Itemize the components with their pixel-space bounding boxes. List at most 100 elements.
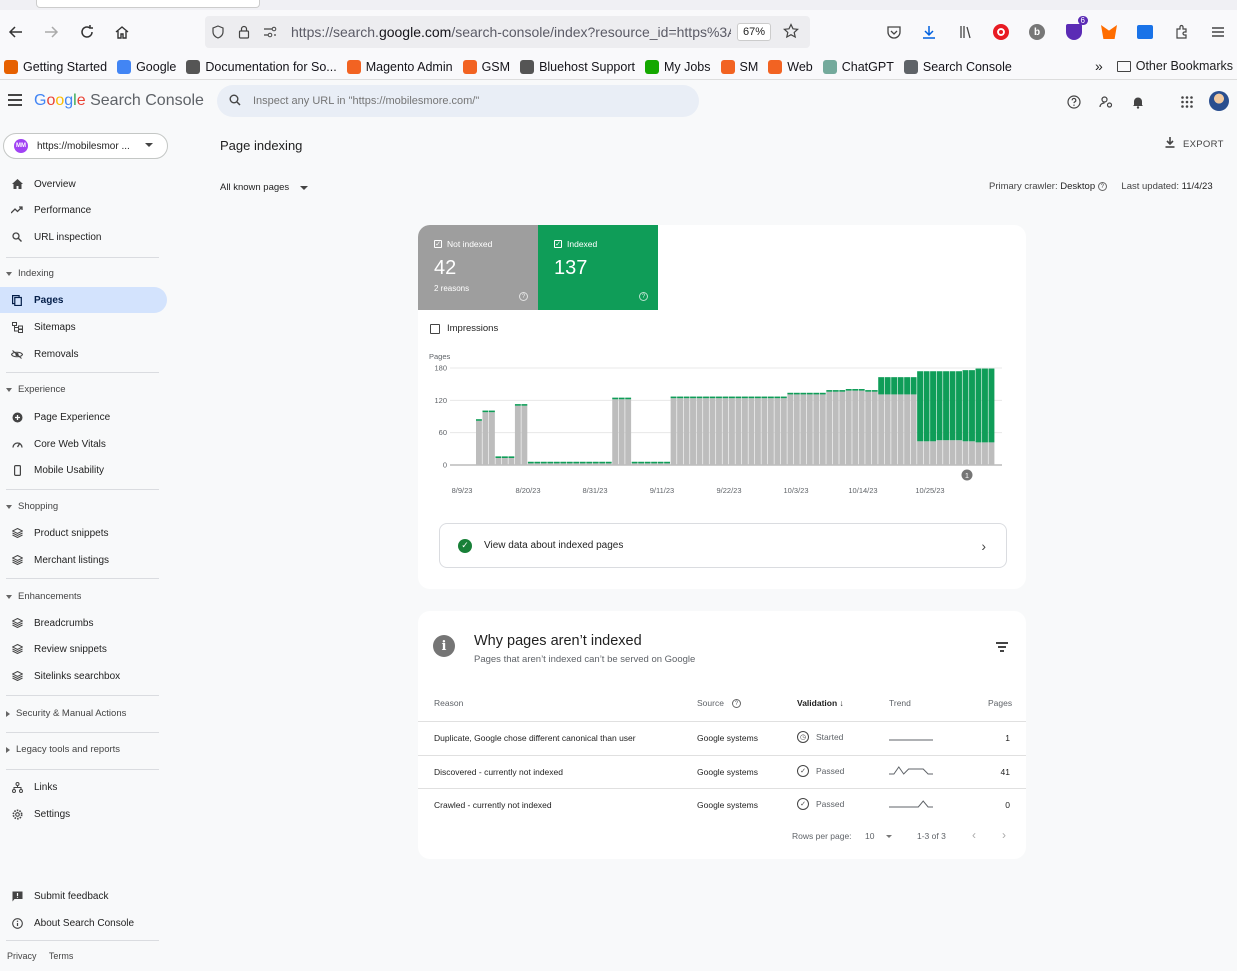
bar-indexed [683,396,690,399]
bookmark-item[interactable]: Search Console [903,59,1012,74]
indexing-chart[interactable]: Pages 0 60 120 180 8/9/23 8/20/23 8/31/23 9/11… [418,345,1026,505]
sidebar-item-about[interactable]: About Search Console [0,910,167,936]
sidebar-item-page-experience[interactable]: Page Experience [0,404,167,430]
section-enhancements[interactable]: Enhancements [6,591,81,602]
rows-per-page-select[interactable]: 10 [865,831,893,841]
permissions-icon[interactable] [257,22,283,42]
next-page-icon[interactable]: › [1002,828,1006,842]
column-header-source[interactable]: Source? [697,698,741,708]
bookmark-item[interactable]: GSM [462,59,510,74]
sidebar-item-removals[interactable]: Removals [0,341,167,367]
shield-icon[interactable] [205,22,231,42]
bookmark-item[interactable]: Documentation for So... [186,59,337,74]
bookmark-item[interactable]: ChatGPT [822,59,894,74]
section-legacy[interactable]: Legacy tools and reports [6,744,120,755]
sidebar-item-core-web-vitals[interactable]: Core Web Vitals [0,431,167,457]
bookmark-star-icon[interactable] [783,22,800,42]
property-selector[interactable]: MM https://mobilesmor ... [3,133,168,159]
chevron-double-right-icon[interactable]: » [1095,58,1103,74]
section-security[interactable]: Security & Manual Actions [6,708,126,719]
sidebar-item-breadcrumbs[interactable]: Breadcrumbs [0,610,167,636]
opera-extension-icon[interactable] [987,18,1015,46]
column-header-reason[interactable]: Reason [434,698,463,708]
notifications-bell-icon[interactable] [1128,92,1148,112]
bookmark-item[interactable]: Web [768,59,813,74]
bookmark-item[interactable]: My Jobs [644,59,711,74]
sidebar-item-links[interactable]: Links [0,774,167,800]
source-cell: Google systems [697,800,758,810]
pages-filter-dropdown[interactable]: All known pages [220,182,309,193]
sidebar-item-url-inspection[interactable]: URL inspection [0,224,167,250]
help-icon[interactable]: ? [519,292,528,301]
sidebar-item-mobile-usability[interactable]: Mobile Usability [0,457,167,483]
extensions-icon[interactable] [1168,18,1196,46]
bookmark-item[interactable]: SM [720,59,758,74]
indexed-tile[interactable]: ✓ Indexed 137 ? [538,225,658,310]
why-subtitle: Pages that aren’t indexed can’t be serve… [474,654,696,665]
apps-grid-icon[interactable] [1177,92,1197,112]
bookmark-item[interactable]: Magento Admin [346,59,453,74]
bing-extension-icon[interactable]: b [1023,18,1051,46]
not-indexed-tile[interactable]: ✓ Not indexed 42 2 reasons ? [418,225,538,310]
section-experience[interactable]: Experience [6,384,66,395]
chart-annotation-marker[interactable]: 1 [961,469,973,481]
help-icon[interactable]: ? [1097,181,1107,191]
help-icon[interactable]: ? [639,292,648,301]
library-icon[interactable] [952,18,980,46]
back-icon[interactable] [2,18,30,46]
menu-icon[interactable] [1204,18,1232,46]
impressions-toggle[interactable]: Impressions [430,323,498,334]
bookmark-item[interactable]: Getting Started [4,59,107,74]
home-icon[interactable] [108,18,136,46]
other-bookmarks[interactable]: » Other Bookmarks [1095,58,1233,74]
main-menu-icon[interactable] [8,94,22,106]
sidebar-item-submit-feedback[interactable]: Submit feedback [0,883,167,909]
pocket-icon[interactable] [880,18,908,46]
search-console-logo[interactable]: Google Search Console [34,92,204,110]
help-icon[interactable] [1064,92,1084,112]
mail-extension-icon[interactable] [1131,18,1159,46]
view-indexed-data-button[interactable]: ✓ View data about indexed pages › [439,523,1007,568]
bookmark-item[interactable]: Bluehost Support [520,59,635,74]
terms-link[interactable]: Terms [49,951,74,961]
section-indexing[interactable]: Indexing [6,268,54,279]
sidebar-item-product-snippets[interactable]: Product snippets [0,520,167,546]
prev-page-icon[interactable]: ‹ [972,828,976,842]
sidebar-item-sitemaps[interactable]: Sitemaps [0,314,167,340]
sidebar-item-merchant-listings[interactable]: Merchant listings [0,547,167,573]
browser-tab[interactable] [36,0,260,8]
help-icon[interactable]: ? [731,698,741,708]
reload-icon[interactable] [73,18,101,46]
impressions-checkbox[interactable] [430,323,440,334]
bar-indexed [943,371,949,441]
shield-extension-icon[interactable]: 6 [1060,16,1088,46]
sidebar-item-settings[interactable]: Settings [0,801,167,827]
sidebar-item-performance[interactable]: Performance [0,197,167,223]
table-row[interactable]: Discovered - currently not indexed Google… [418,754,1026,788]
privacy-link[interactable]: Privacy [7,951,37,961]
table-row[interactable]: Duplicate, Google chose different canoni… [418,721,1026,754]
download-icon[interactable] [915,18,943,46]
avatar[interactable] [1209,91,1229,111]
sidebar-item-sitelinks-searchbox[interactable]: Sitelinks searchbox [0,663,167,689]
bookmark-item[interactable]: Google [117,59,176,74]
sidebar-item-review-snippets[interactable]: Review snippets [0,636,167,662]
forward-icon[interactable] [37,18,65,46]
bar-not-indexed [884,394,891,465]
section-shopping[interactable]: Shopping [6,501,58,512]
url-inspection-search[interactable] [217,85,699,117]
filter-icon[interactable] [996,642,1008,654]
table-row[interactable]: Crawled - currently not indexed Google sy… [418,788,1026,821]
url-text[interactable]: https://search.google.com/search-console… [291,24,731,40]
lock-icon[interactable] [231,22,257,42]
search-input[interactable] [253,95,653,107]
zoom-level[interactable]: 67% [737,23,772,41]
users-settings-icon[interactable] [1096,92,1116,112]
url-bar[interactable]: https://search.google.com/search-console… [205,16,810,48]
column-header-validation[interactable]: Validation ↓ [797,698,844,708]
export-button[interactable]: EXPORT [1165,137,1224,151]
sidebar-item-overview[interactable]: Overview [0,171,167,197]
fox-extension-icon[interactable] [1095,18,1123,46]
column-header-pages[interactable]: Pages [988,698,1012,708]
sidebar-item-pages[interactable]: Pages [0,287,167,313]
